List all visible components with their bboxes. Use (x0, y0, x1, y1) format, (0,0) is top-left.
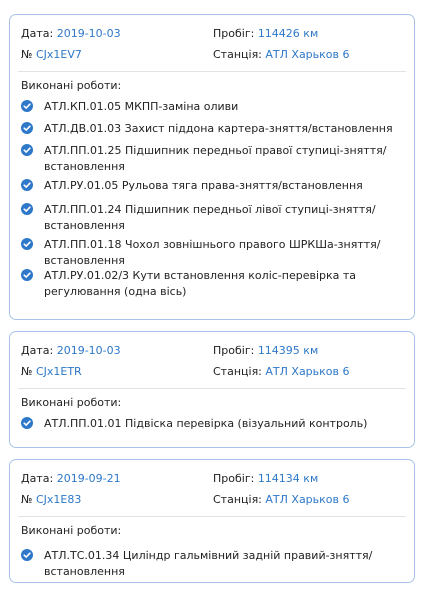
number-field: № CJx1E83 (21, 493, 81, 507)
number-value: CJx1ETR (35, 365, 82, 378)
mileage-field: Пробіг: 114134 км (213, 472, 318, 486)
check-icon (21, 122, 33, 134)
station-label: Станція: (213, 365, 262, 378)
check-icon (21, 144, 33, 156)
number-field: № CJx1EV7 (21, 48, 82, 62)
station-value: АТЛ Харьков 6 (265, 493, 350, 506)
station-value: АТЛ Харьков 6 (265, 365, 350, 378)
number-value: CJx1E83 (35, 493, 82, 506)
mileage-label: Пробіг: (213, 344, 255, 357)
work-item-text: АТЛ.РУ.01.05 Рульова тяга права-зняття/в… (44, 179, 363, 192)
check-icon (21, 179, 33, 191)
number-label: № (21, 493, 33, 506)
station-label: Станція: (213, 493, 262, 506)
station-field: Станція: АТЛ Харьков 6 (213, 493, 350, 507)
date-label: Дата: (21, 344, 54, 357)
check-icon (21, 417, 33, 429)
mileage-value: 114134 км (257, 472, 319, 485)
date-label: Дата: (21, 472, 54, 485)
mileage-field: Пробіг: 114395 км (213, 344, 318, 358)
number-label: № (21, 48, 33, 61)
mileage-label: Пробіг: (213, 27, 255, 40)
station-field: Станція: АТЛ Харьков 6 (213, 365, 350, 379)
service-record-card: Дата: 2019-10-03 Пробіг: 114395 км № CJx… (9, 331, 415, 448)
station-field: Станція: АТЛ Харьков 6 (213, 48, 350, 62)
mileage-field: Пробіг: 114426 км (213, 27, 318, 41)
work-item-text: АТЛ.РУ.01.02/3 Кути встановлення коліс-п… (44, 269, 357, 298)
work-item-text: АТЛ.ПП.01.18 Чохол зовнішнього правого Ш… (44, 238, 381, 267)
check-icon (21, 549, 33, 561)
works-title: Виконані роботи: (21, 79, 122, 92)
work-item-text: АТЛ.ДВ.01.03 Захист піддона картера-знят… (44, 122, 393, 135)
service-record-card: Дата: 2019-09-21 Пробіг: 114134 км № CJx… (9, 459, 415, 583)
check-icon (21, 238, 33, 250)
work-item-text: АТЛ.КП.01.05 МКПП-заміна оливи (44, 100, 239, 113)
station-label: Станція: (213, 48, 262, 61)
work-item-text: АТЛ.ПП.01.24 Підшипник передньої лівої с… (44, 203, 376, 232)
works-title: Виконані роботи: (21, 524, 122, 537)
number-field: № CJx1ETR (21, 365, 82, 379)
service-record-card: Дата: 2019-10-03 Пробіг: 114426 км № CJx… (9, 14, 415, 320)
date-value: 2019-10-03 (56, 344, 121, 357)
divider (18, 516, 406, 517)
number-value: CJx1EV7 (35, 48, 82, 61)
date-value: 2019-09-21 (56, 472, 121, 485)
work-item-text: АТЛ.ПП.01.25 Підшипник передньої правої … (44, 144, 387, 173)
date-field: Дата: 2019-09-21 (21, 472, 121, 486)
mileage-value: 114395 км (257, 344, 319, 357)
work-item-text: АТЛ.ПП.01.01 Підвіска перевірка (візуаль… (44, 417, 368, 430)
check-icon (21, 203, 33, 215)
date-field: Дата: 2019-10-03 (21, 344, 121, 358)
date-label: Дата: (21, 27, 54, 40)
check-icon (21, 269, 33, 281)
mileage-label: Пробіг: (213, 472, 255, 485)
station-value: АТЛ Харьков 6 (265, 48, 350, 61)
number-label: № (21, 365, 33, 378)
divider (18, 388, 406, 389)
check-icon (21, 100, 33, 112)
work-item-text: АТЛ.ТС.01.34 Циліндр гальмівний задній п… (44, 549, 373, 578)
date-value: 2019-10-03 (56, 27, 121, 40)
divider (18, 71, 406, 72)
mileage-value: 114426 км (257, 27, 319, 40)
date-field: Дата: 2019-10-03 (21, 27, 121, 41)
works-title: Виконані роботи: (21, 396, 122, 409)
